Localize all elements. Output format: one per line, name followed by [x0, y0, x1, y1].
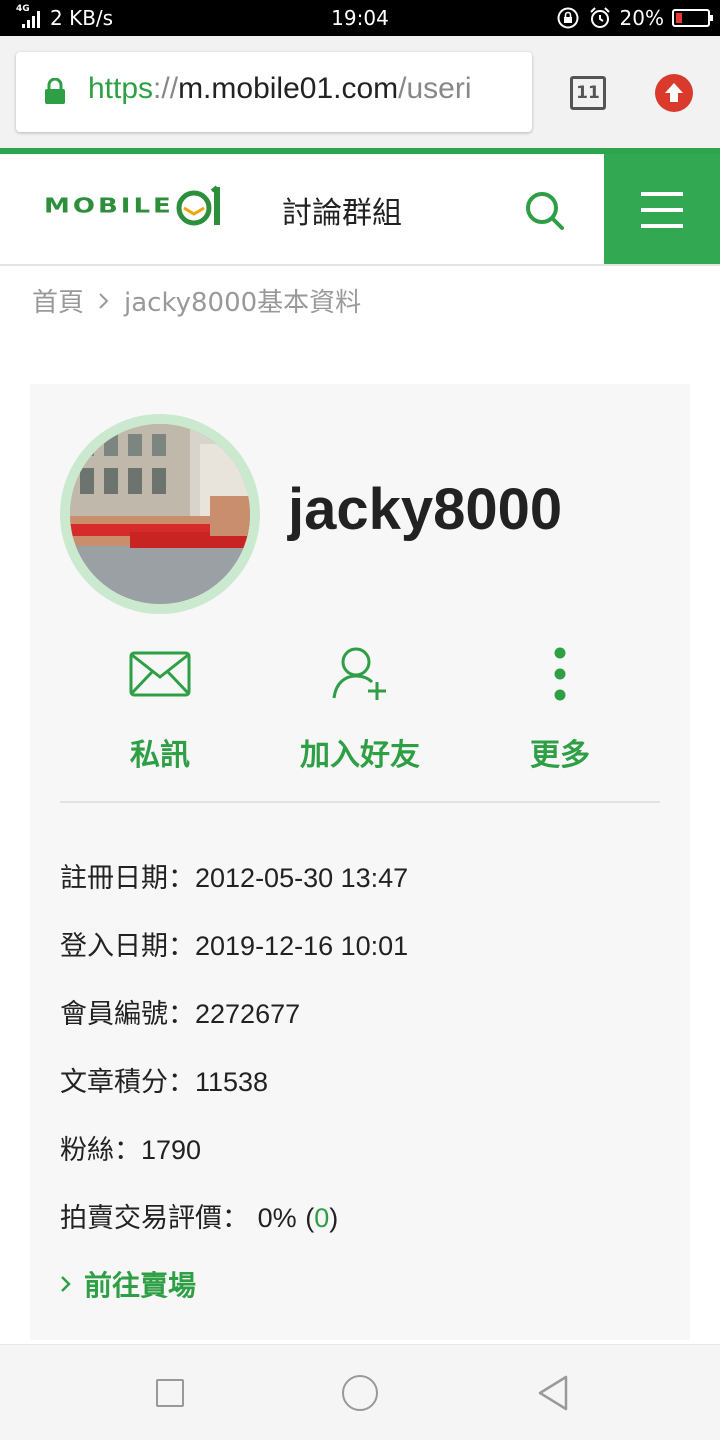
rating-count-link[interactable]: 0: [314, 1203, 329, 1233]
lock-rotation-icon: [557, 7, 579, 29]
info-row-fans: 粉絲：1790: [60, 1135, 202, 1166]
avatar-photo: [70, 424, 250, 604]
tabs-icon[interactable]: 11: [570, 76, 606, 110]
update-icon[interactable]: [655, 74, 693, 112]
add-friend-icon: [332, 647, 386, 700]
breadcrumb: 首頁 jacky8000基本資料: [32, 282, 361, 319]
username: jacky8000: [288, 477, 563, 542]
divider: [60, 801, 660, 803]
tab-count: 11: [576, 83, 600, 103]
clock: 19:04: [331, 6, 389, 30]
shop-link-label: 前往賣場: [84, 1269, 197, 1302]
breadcrumb-current: jacky8000基本資料: [124, 288, 362, 318]
more-label: 更多: [530, 738, 590, 773]
forum-title[interactable]: 討論群組: [282, 188, 402, 232]
avatar[interactable]: [60, 414, 260, 614]
recents-icon[interactable]: [156, 1379, 184, 1407]
info-row-login-date: 登入日期：2019-12-16 10:01: [60, 931, 409, 962]
more-button[interactable]: 更多: [460, 638, 660, 774]
mail-icon: [129, 651, 191, 697]
profile-info: 註冊日期：2012-05-30 13:47 登入日期：2019-12-16 10…: [60, 856, 408, 1264]
info-row-register-date: 註冊日期：2012-05-30 13:47: [60, 863, 409, 894]
shop-link[interactable]: 前往賣場: [60, 1264, 196, 1304]
status-bar: 4G 2 KB/s 19:04 20%: [0, 0, 720, 36]
add-friend-button[interactable]: 加入好友: [260, 638, 460, 774]
more-vertical-icon: [554, 647, 566, 701]
battery-icon: [672, 9, 713, 27]
battery-percent: 20%: [619, 6, 664, 30]
lock-icon: [45, 78, 65, 104]
chevron-right-icon: [61, 1276, 71, 1292]
site-logo[interactable]: MOBILE: [44, 184, 224, 228]
logo-01-mark: [176, 185, 220, 226]
back-icon[interactable]: [536, 1374, 570, 1412]
alarm-icon: [589, 7, 610, 28]
system-nav-bar: [0, 1344, 720, 1440]
add-friend-label: 加入好友: [300, 738, 420, 773]
site-header: MOBILE 討論群組: [0, 154, 720, 266]
search-icon[interactable]: [522, 188, 566, 232]
home-icon[interactable]: [342, 1375, 378, 1411]
info-row-member-id: 會員編號：2272677: [60, 999, 301, 1030]
info-row-rating: 拍賣交易評價： 0% (0): [60, 1203, 339, 1234]
menu-icon[interactable]: [604, 154, 720, 264]
profile-actions: 私訊 加入好友 更多: [60, 638, 660, 773]
address-bar[interactable]: https://m.mobile01.com/useri: [16, 52, 532, 132]
url-text: https://m.mobile01.com/useri: [88, 72, 472, 105]
info-row-article-score: 文章積分：11538: [60, 1067, 269, 1098]
message-button[interactable]: 私訊: [60, 638, 260, 774]
message-label: 私訊: [130, 738, 190, 773]
profile-card: jacky8000 私訊 加入好友 更多 註冊日期：2012-05-30 13:…: [30, 384, 690, 1340]
breadcrumb-home[interactable]: 首頁: [32, 282, 84, 319]
chevron-right-icon: [99, 292, 109, 309]
browser-toolbar: https://m.mobile01.com/useri 11: [0, 36, 720, 148]
